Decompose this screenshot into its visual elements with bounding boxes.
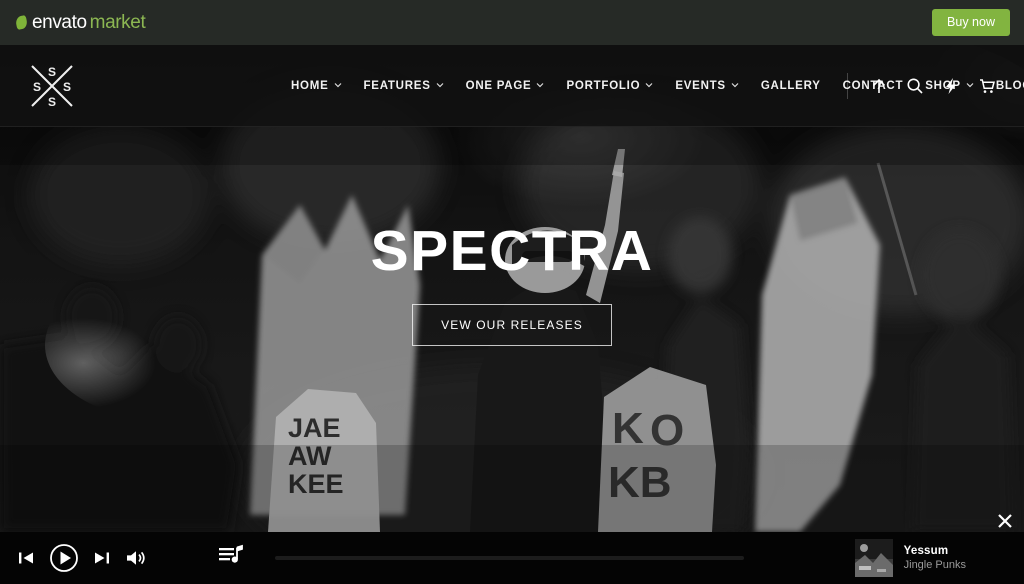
svg-text:S: S bbox=[33, 80, 41, 94]
album-thumbnail bbox=[854, 539, 893, 577]
next-track-button[interactable] bbox=[92, 548, 112, 568]
svg-text:S: S bbox=[48, 65, 56, 79]
view-releases-button[interactable]: VEW OUR RELEASES bbox=[412, 304, 612, 346]
nav-item-one-page[interactable]: ONE PAGE bbox=[455, 74, 556, 98]
envato-leaf-icon bbox=[14, 14, 29, 31]
play-button[interactable] bbox=[49, 543, 79, 573]
envato-market-bar: envato market Buy now bbox=[0, 0, 1024, 45]
close-player-button[interactable] bbox=[992, 508, 1018, 534]
svg-text:S: S bbox=[48, 95, 56, 109]
nav-divider bbox=[847, 72, 848, 99]
chevron-down-icon bbox=[536, 81, 544, 89]
track-title: Yessum bbox=[903, 545, 949, 557]
nav-item-home[interactable]: HOME bbox=[280, 74, 353, 98]
chevron-down-icon bbox=[436, 81, 444, 89]
chevron-down-icon bbox=[731, 81, 739, 89]
player-controls bbox=[0, 543, 147, 573]
nav-item-portfolio[interactable]: PORTFOLIO bbox=[555, 74, 664, 98]
nav-item-label: FEATURES bbox=[363, 79, 431, 92]
shopping-cart-icon[interactable] bbox=[978, 77, 996, 95]
track-meta: Yessum Jingle Punks bbox=[904, 545, 966, 571]
main-navigation-bar: S S S S HOME FEATURES ONE PAGE PORTFOLIO bbox=[0, 45, 1024, 127]
current-track-info[interactable]: Yessum Jingle Punks bbox=[854, 539, 966, 577]
nav-item-features[interactable]: FEATURES bbox=[353, 74, 455, 98]
previous-track-button[interactable] bbox=[16, 548, 36, 568]
buy-now-button[interactable]: Buy now bbox=[932, 9, 1010, 36]
nav-item-label: BLOG bbox=[995, 79, 1024, 92]
progress-bar[interactable] bbox=[275, 556, 744, 560]
svg-text:S: S bbox=[63, 80, 71, 94]
envato-logo[interactable]: envato market bbox=[14, 11, 146, 34]
playlist-button[interactable] bbox=[218, 544, 244, 573]
page-root: envato market Buy now JAE AW KEE K O KB … bbox=[0, 0, 1024, 584]
nav-item-label: GALLERY bbox=[760, 79, 821, 92]
nav-icon-group bbox=[847, 72, 996, 99]
track-artist: Jingle Punks bbox=[903, 559, 966, 571]
envato-logo-primary: envato bbox=[32, 11, 87, 33]
audio-player-bar: Yessum Jingle Punks bbox=[0, 514, 1024, 584]
nav-item-label: HOME bbox=[291, 79, 329, 92]
nav-item-label: ONE PAGE bbox=[465, 79, 532, 92]
nav-item-label: EVENTS bbox=[675, 79, 726, 92]
chevron-down-icon bbox=[334, 81, 342, 89]
volume-icon[interactable] bbox=[125, 548, 147, 568]
playlist-icon bbox=[219, 544, 243, 563]
progress-bar-container bbox=[275, 532, 744, 584]
nav-item-events[interactable]: EVENTS bbox=[664, 74, 750, 98]
lightning-bolt-icon[interactable] bbox=[942, 77, 960, 95]
search-icon[interactable] bbox=[906, 77, 924, 95]
nav-item-gallery[interactable]: GALLERY bbox=[750, 74, 832, 98]
nav-item-label: PORTFOLIO bbox=[566, 79, 641, 92]
site-logo[interactable]: S S S S bbox=[26, 60, 78, 112]
chevron-down-icon bbox=[645, 81, 653, 89]
arrow-up-icon[interactable] bbox=[870, 77, 888, 95]
envato-logo-secondary: market bbox=[89, 11, 146, 33]
close-icon bbox=[998, 514, 1012, 528]
